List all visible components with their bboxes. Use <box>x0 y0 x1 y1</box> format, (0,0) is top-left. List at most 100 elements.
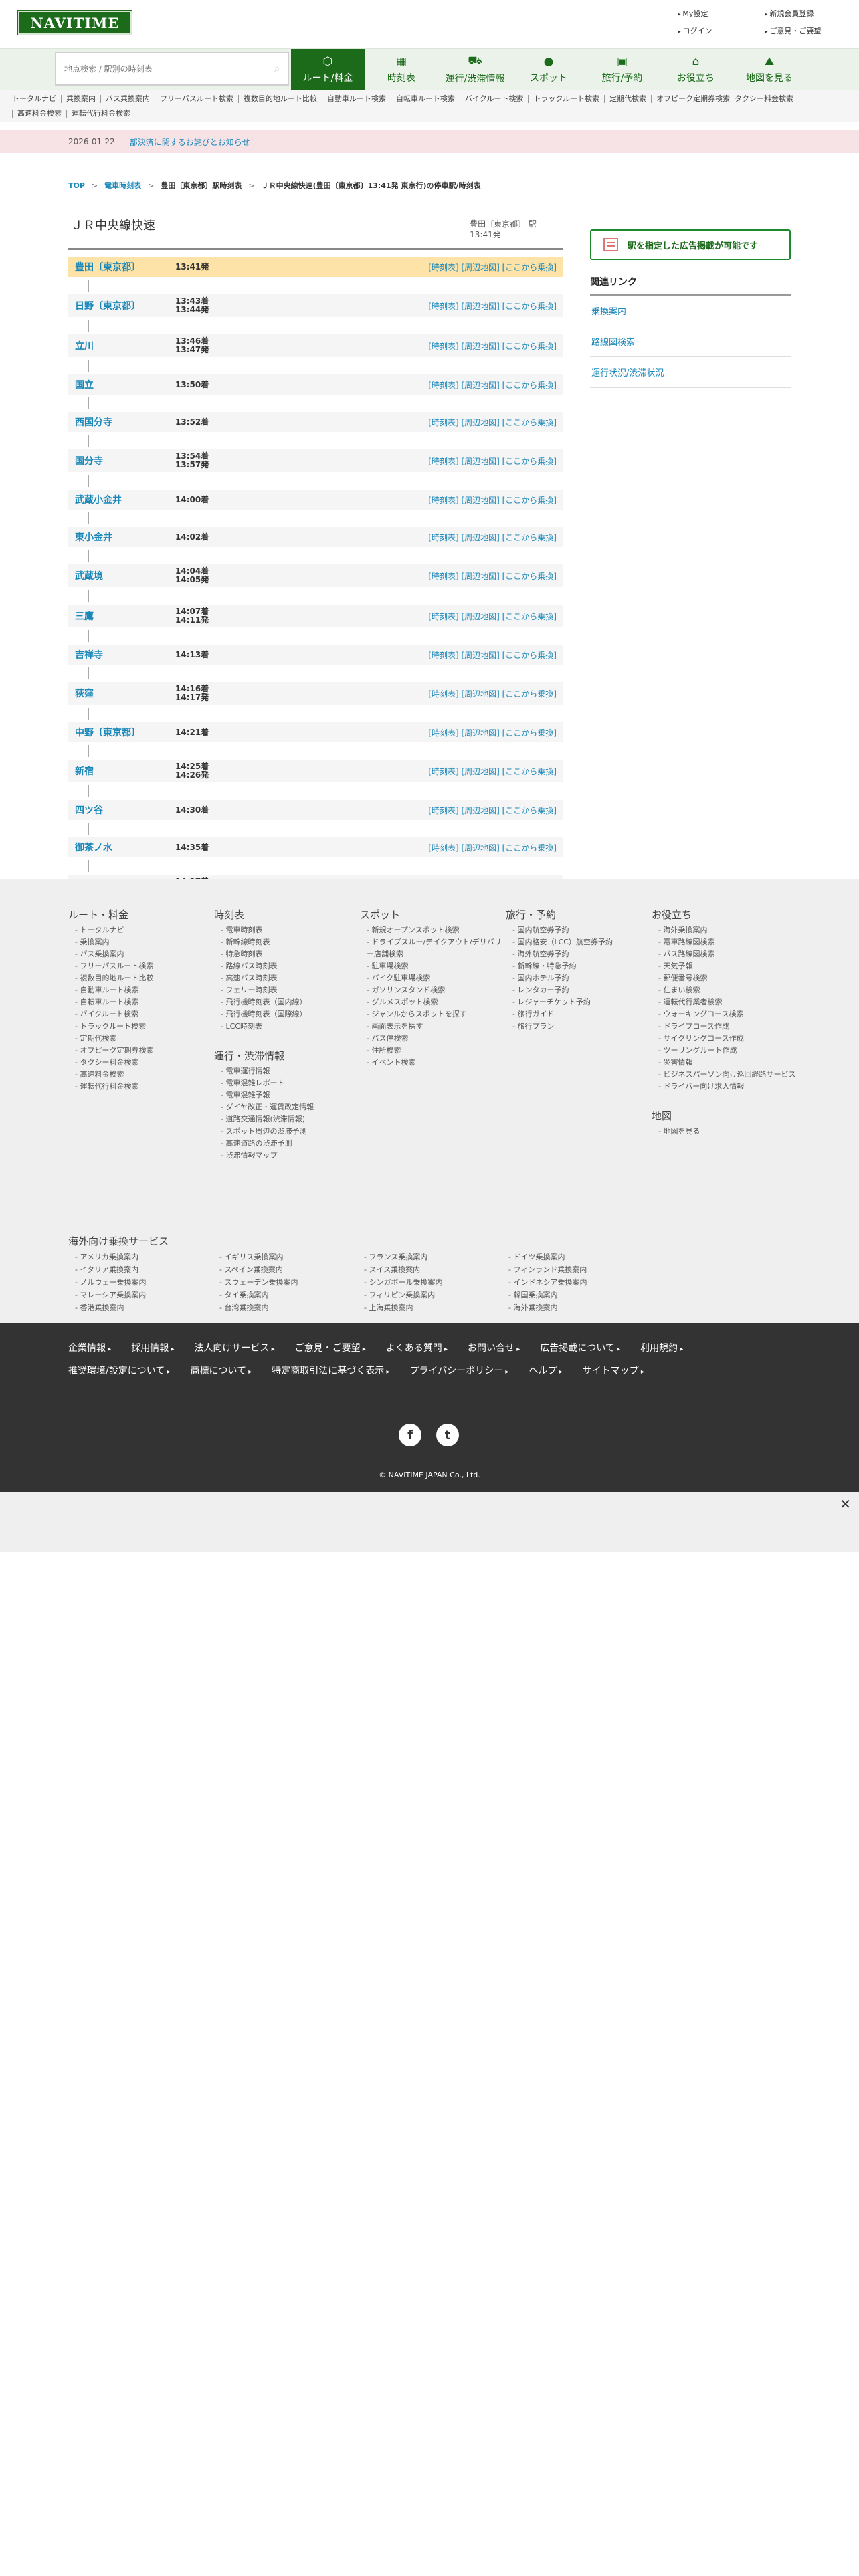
sitemap-link[interactable]: 自動車ルート検索 <box>75 984 214 996</box>
station-name[interactable]: 国立 <box>75 378 175 391</box>
footer-link[interactable]: 法人向けサービス <box>194 1341 274 1354</box>
tab-useful[interactable]: ⌂ お役立ち <box>659 49 733 90</box>
station-name[interactable]: 豊田〔東京都〕 <box>75 260 175 274</box>
station-action-links[interactable]: [時刻表] [周辺地図] [ここから乗換] <box>428 494 557 506</box>
sitemap-link[interactable]: インドネシア乗換案内 <box>508 1276 653 1289</box>
station-action-links[interactable]: [時刻表] [周辺地図] [ここから乗換] <box>428 455 557 467</box>
tab-travel[interactable]: ▣ 旅行/予約 <box>585 49 659 90</box>
sitemap-link[interactable]: 郵便番号検索 <box>658 972 799 984</box>
sitemap-link[interactable]: ガソリンスタンド検索 <box>367 984 506 996</box>
related-status-link[interactable]: 運行状況/渋滞状況 <box>591 368 664 379</box>
sitemap-link[interactable]: オフピーク定期券検索 <box>75 1045 214 1057</box>
footer-link[interactable]: 広告掲載について <box>540 1341 620 1354</box>
sitemap-link[interactable]: 旅行ガイド <box>512 1008 652 1021</box>
sitemap-link[interactable]: フィンランド乗換案内 <box>508 1263 653 1276</box>
sitemap-link[interactable]: ドイツ乗換案内 <box>508 1251 653 1263</box>
sitemap-link[interactable]: マレーシア乗換案内 <box>75 1289 219 1301</box>
sitemap-link[interactable]: 国内航空券予約 <box>512 924 652 936</box>
sitemap-link[interactable]: 地図を見る <box>658 1125 799 1138</box>
sitemap-link[interactable]: ウォーキングコース検索 <box>658 1008 799 1021</box>
sitemap-link[interactable]: 台湾乗換案内 <box>219 1301 364 1314</box>
sitemap-link[interactable]: イタリア乗換案内 <box>75 1263 219 1276</box>
sitemap-link[interactable]: 特急時刻表 <box>221 948 360 960</box>
footer-link[interactable]: お問い合せ <box>468 1341 520 1354</box>
subnav-item[interactable]: 乗換案内 <box>61 95 100 103</box>
navitime-logo[interactable]: NAVITIME <box>17 10 132 35</box>
sitemap-link[interactable]: 海外航空券予約 <box>512 948 652 960</box>
sitemap-link[interactable]: レンタカー予約 <box>512 984 652 996</box>
tab-map[interactable]: ⛰ 地図を見る <box>733 49 806 90</box>
sitemap-link[interactable]: バス停検索 <box>367 1033 506 1045</box>
close-icon[interactable]: ✕ <box>840 1496 851 1512</box>
sitemap-link[interactable]: 新幹線・特急予約 <box>512 960 652 972</box>
subnav-item[interactable]: 定期代検索 <box>604 95 651 103</box>
subnav-item[interactable]: 複数目的地ルート比較 <box>237 95 322 103</box>
sitemap-link[interactable]: 住所検索 <box>367 1045 506 1057</box>
sitemap-link[interactable]: タクシー料金検索 <box>75 1057 214 1069</box>
sitemap-link[interactable]: フェリー時刻表 <box>221 984 360 996</box>
sitemap-link[interactable]: サイクリングコース作成 <box>658 1033 799 1045</box>
sitemap-link[interactable]: フィリピン乗換案内 <box>364 1289 508 1301</box>
tab-timetable[interactable]: ▦ 時刻表 <box>365 49 438 90</box>
station-action-links[interactable]: [時刻表] [周辺地図] [ここから乗換] <box>428 570 557 582</box>
footer-link[interactable]: 企業情報 <box>68 1341 111 1354</box>
station-name[interactable]: 中野〔東京都〕 <box>75 726 175 739</box>
footer-link[interactable]: 利用規約 <box>640 1341 683 1354</box>
breadcrumb-train-timetable[interactable]: 電車時刻表 <box>104 180 141 191</box>
notice-link[interactable]: 一部決済に関するお詫びとお知らせ <box>122 136 250 148</box>
footer-link[interactable]: 採用情報 <box>131 1341 174 1354</box>
signup-link[interactable]: 新規会員登録 <box>765 8 838 19</box>
sitemap-link[interactable]: 電車混雑予報 <box>221 1089 360 1101</box>
sitemap-link[interactable]: 住まい検索 <box>658 984 799 996</box>
station-action-links[interactable]: [時刻表] [周辺地図] [ここから乗換] <box>428 300 557 312</box>
station-name[interactable]: 四ツ谷 <box>75 803 175 817</box>
sitemap-link[interactable]: 運転代行料金検索 <box>75 1081 214 1093</box>
sitemap-link[interactable]: 電車混雑レポート <box>221 1077 360 1089</box>
sitemap-link[interactable]: 旅行プラン <box>512 1021 652 1033</box>
subnav-item[interactable]: フリーパスルート検索 <box>155 95 238 103</box>
station-name[interactable]: 新宿 <box>75 764 175 778</box>
sitemap-link[interactable]: バス乗換案内 <box>75 948 214 960</box>
feedback-link[interactable]: ご意見・ご要望 <box>765 25 838 36</box>
sitemap-link[interactable]: 海外乗換案内 <box>508 1301 653 1314</box>
my-settings-link[interactable]: My設定 <box>678 8 765 19</box>
station-action-links[interactable]: [時刻表] [周辺地図] [ここから乗換] <box>428 688 557 700</box>
tab-spot[interactable]: ● スポット <box>512 49 585 90</box>
sitemap-link[interactable]: フランス乗換案内 <box>364 1251 508 1263</box>
sitemap-link[interactable]: 災害情報 <box>658 1057 799 1069</box>
sitemap-link[interactable]: 韓国乗換案内 <box>508 1289 653 1301</box>
sitemap-link[interactable]: イベント検索 <box>367 1057 506 1069</box>
sitemap-link[interactable]: ドライブコース作成 <box>658 1021 799 1033</box>
station-name[interactable]: 東小金井 <box>75 530 175 544</box>
subnav-item[interactable]: トータルナビ <box>12 95 61 103</box>
station-action-links[interactable]: [時刻表] [周辺地図] [ここから乗換] <box>428 417 557 428</box>
sitemap-link[interactable]: グルメスポット検索 <box>367 996 506 1008</box>
station-name[interactable]: 荻窪 <box>75 687 175 700</box>
sitemap-link[interactable]: トラックルート検索 <box>75 1021 214 1033</box>
sitemap-link[interactable]: ドライブスルー/テイクアウト/デリバリー店舗検索 <box>367 936 506 960</box>
station-action-links[interactable]: [時刻表] [周辺地図] [ここから乗換] <box>428 727 557 738</box>
subnav-item[interactable]: トラックルート検索 <box>528 95 604 103</box>
sitemap-link[interactable]: 国内格安（LCC）航空券予約 <box>512 936 652 948</box>
sitemap-link[interactable]: 運転代行業者検索 <box>658 996 799 1008</box>
station-name[interactable]: 吉祥寺 <box>75 648 175 661</box>
breadcrumb-top[interactable]: TOP <box>68 181 85 190</box>
twitter-icon[interactable]: t <box>436 1424 459 1446</box>
subnav-item[interactable]: オフピーク定期券検索 <box>651 95 735 103</box>
sitemap-link[interactable]: 道路交通情報(渋滞情報) <box>221 1113 360 1125</box>
sitemap-link[interactable]: スペイン乗換案内 <box>219 1263 364 1276</box>
sitemap-link[interactable]: 乗換案内 <box>75 936 214 948</box>
station-name[interactable]: 御茶ノ水 <box>75 841 175 854</box>
station-action-links[interactable]: [時刻表] [周辺地図] [ここから乗換] <box>428 649 557 661</box>
footer-link[interactable]: ご意見・ご要望 <box>295 1341 366 1354</box>
footer-link[interactable]: ヘルプ <box>529 1364 562 1377</box>
sitemap-link[interactable]: 香港乗換案内 <box>75 1301 219 1314</box>
sitemap-link[interactable]: スイス乗換案内 <box>364 1263 508 1276</box>
sitemap-link[interactable]: 電車路線図検索 <box>658 936 799 948</box>
sitemap-link[interactable]: ジャンルからスポットを探す <box>367 1008 506 1021</box>
sitemap-link[interactable]: バス路線図検索 <box>658 948 799 960</box>
sitemap-link[interactable]: 画面表示を探す <box>367 1021 506 1033</box>
sitemap-link[interactable]: バイクルート検索 <box>75 1008 214 1021</box>
sitemap-link[interactable]: 複数目的地ルート比較 <box>75 972 214 984</box>
sitemap-link[interactable]: 高速バス時刻表 <box>221 972 360 984</box>
